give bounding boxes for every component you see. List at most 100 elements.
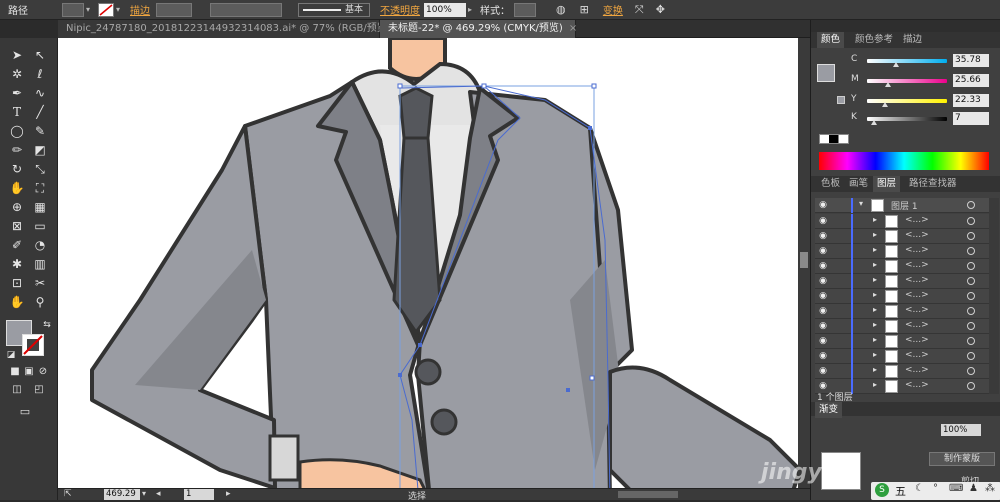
moon-icon[interactable]: ☾	[915, 483, 924, 494]
tab-stroke[interactable]: 描边	[899, 32, 926, 48]
sublayer-row[interactable]: ◉ ▸ <...>	[815, 274, 993, 289]
eye-icon[interactable]: ◉	[817, 276, 829, 287]
first-page-icon[interactable]: ◂	[156, 489, 161, 499]
yellow-value[interactable]: 22.33	[953, 94, 989, 107]
eye-icon[interactable]: ◉	[817, 306, 829, 317]
target-icon[interactable]	[967, 262, 975, 270]
blend-tool-icon[interactable]: ◔	[31, 236, 49, 254]
sublayer-row[interactable]: ◉ ▸ <...>	[815, 304, 993, 319]
page-field[interactable]: 1	[184, 489, 214, 500]
eye-icon[interactable]: ◉	[817, 231, 829, 242]
sublayer-row[interactable]: ◉ ▸ <...>	[815, 349, 993, 364]
free-transform-tool-icon[interactable]: ⛶	[31, 179, 49, 197]
graph-tool-icon[interactable]: ▥	[31, 255, 49, 273]
zoom-field[interactable]: 469.29	[104, 489, 140, 500]
artboard-nav-icon[interactable]: ⇱	[64, 489, 72, 499]
sublayer-row[interactable]: ◉ ▸ <...>	[815, 244, 993, 259]
sublayer-row[interactable]: ◉ ▸ <...>	[815, 289, 993, 304]
tab-layers[interactable]: 图层	[873, 176, 901, 192]
ime-mode[interactable]: 五	[895, 483, 906, 499]
target-icon[interactable]	[967, 292, 975, 300]
sublayer-name[interactable]: <...>	[905, 335, 929, 345]
expand-arrow-icon[interactable]: ▸	[873, 215, 877, 224]
target-icon[interactable]	[967, 277, 975, 285]
sublayer-name[interactable]: <...>	[905, 350, 929, 360]
sublayer-name[interactable]: <...>	[905, 275, 929, 285]
target-icon[interactable]	[967, 322, 975, 330]
collapse-arrow-icon[interactable]: ▾	[859, 199, 863, 208]
expand-arrow-icon[interactable]: ▸	[873, 290, 877, 299]
expand-arrow-icon[interactable]: ▸	[873, 230, 877, 239]
swap-fill-stroke-icon[interactable]: ⇆	[38, 316, 56, 334]
opacity-label[interactable]: 不透明度	[380, 2, 420, 17]
zoom-tool-icon[interactable]: ⚲	[31, 293, 49, 311]
style-dropdown[interactable]	[514, 2, 537, 17]
sublayer-name[interactable]: <...>	[905, 260, 929, 270]
yellow-slider[interactable]: Y 22.33	[851, 94, 996, 108]
expand-arrow-icon[interactable]: ▸	[873, 245, 877, 254]
sublayer-name[interactable]: <...>	[905, 290, 929, 300]
scale-tool-icon[interactable]: ⤡	[31, 160, 49, 178]
punctuation-icon[interactable]: °	[933, 483, 938, 494]
sublayer-row[interactable]: ◉ ▸ <...>	[815, 229, 993, 244]
yellow-track[interactable]	[867, 99, 947, 103]
close-icon[interactable]: ×	[569, 23, 577, 34]
artboard-tool-icon[interactable]: ⊡	[8, 274, 26, 292]
paintbrush-tool-icon[interactable]: ✎	[31, 122, 49, 140]
cyan-value[interactable]: 35.78	[953, 54, 989, 67]
perspective-grid-tool-icon[interactable]: ▦	[31, 198, 49, 216]
tab-gradient[interactable]: 渐变	[815, 402, 843, 418]
cyan-track[interactable]	[867, 59, 947, 63]
in-gamut-swatch[interactable]	[837, 96, 845, 104]
stroke-swatch[interactable]	[98, 2, 115, 17]
keyboard-icon[interactable]: ⌨	[949, 483, 963, 494]
tab-color[interactable]: 颜色	[817, 32, 845, 48]
transform-link[interactable]: 变换	[603, 2, 623, 17]
shape-builder-tool-icon[interactable]: ⊕	[8, 198, 26, 216]
sublayer-row[interactable]: ◉ ▸ <...>	[815, 259, 993, 274]
scrollbar-thumb[interactable]	[800, 252, 808, 268]
tab-color-guide[interactable]: 颜色参考	[851, 32, 897, 48]
slice-tool-icon[interactable]: ✂	[31, 274, 49, 292]
fill-swatch[interactable]	[62, 2, 84, 17]
none-mode-icon[interactable]: ⊘	[34, 363, 52, 381]
default-colors-icon[interactable]: ◪	[2, 346, 20, 364]
sublayer-name[interactable]: <...>	[905, 215, 929, 225]
cyan-slider[interactable]: C 35.78	[851, 54, 996, 68]
black-track[interactable]	[867, 117, 947, 121]
expand-arrow-icon[interactable]: ▸	[873, 350, 877, 359]
isolate-icon[interactable]: ⤧	[635, 3, 644, 17]
target-icon[interactable]	[967, 247, 975, 255]
opacity-arrow-icon[interactable]: ▸	[468, 5, 472, 14]
color-panel-fill[interactable]	[817, 64, 835, 82]
expand-arrow-icon[interactable]: ▸	[873, 320, 877, 329]
rotate-tool-icon[interactable]: ↻	[8, 160, 26, 178]
horizontal-scrollbar-thumb[interactable]	[618, 491, 678, 498]
pen-tool-icon[interactable]: ✒	[8, 84, 26, 102]
hand-tool-icon[interactable]: ✋	[8, 293, 26, 311]
sublayer-name[interactable]: <...>	[905, 380, 929, 390]
black-knob[interactable]	[871, 120, 877, 125]
cyan-knob[interactable]	[893, 62, 899, 67]
sublayer-row[interactable]: ◉ ▸ <...>	[815, 214, 993, 229]
sublayer-name[interactable]: <...>	[905, 305, 929, 315]
sublayer-name[interactable]: <...>	[905, 245, 929, 255]
align-icon[interactable]: ⊞	[580, 3, 589, 16]
stroke-dropdown-icon[interactable]: ▾	[116, 5, 120, 14]
selection-tool-icon[interactable]: ➤	[8, 46, 26, 64]
tab-swatches[interactable]: 色板	[817, 176, 844, 192]
eye-icon[interactable]: ◉	[817, 291, 829, 302]
tab-brushes[interactable]: 画笔	[845, 176, 872, 192]
artboard-canvas[interactable]	[58, 38, 798, 488]
recolor-icon[interactable]: ◍	[556, 3, 566, 16]
eyedropper-tool-icon[interactable]: ✐	[8, 236, 26, 254]
gradient-tool-icon[interactable]: ▭	[31, 217, 49, 235]
eye-icon[interactable]: ◉	[817, 351, 829, 362]
target-icon[interactable]	[967, 201, 975, 209]
sublayer-name[interactable]: <...>	[905, 365, 929, 375]
target-icon[interactable]	[967, 307, 975, 315]
eye-icon[interactable]: ◉	[817, 200, 829, 211]
opacity-field[interactable]: 100%	[424, 2, 467, 17]
stroke-profile-dropdown[interactable]: 基本	[298, 2, 371, 17]
sublayer-name[interactable]: <...>	[905, 230, 929, 240]
